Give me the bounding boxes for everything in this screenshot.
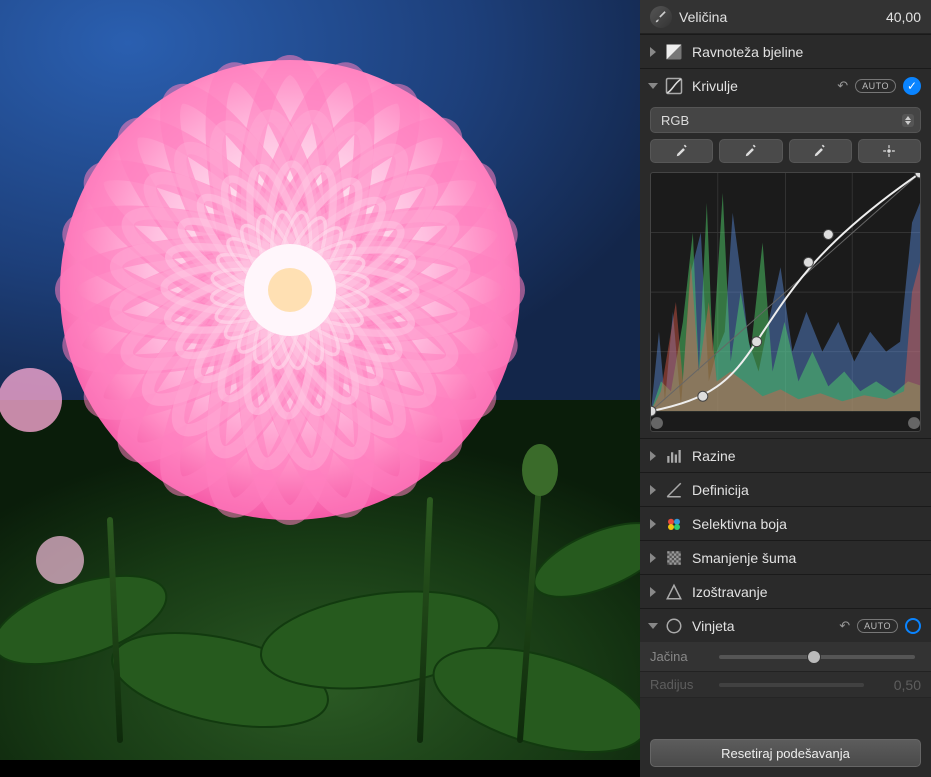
panel-vignette[interactable]: Vinjeta ↶ AUTO [640, 608, 931, 642]
curves-channel-value: RGB [661, 113, 689, 128]
stepper-arrows-icon [902, 114, 914, 127]
curves-auto-button[interactable]: AUTO [855, 79, 896, 93]
vignette-strength-row: Jačina [640, 642, 931, 672]
levels-label: Razine [692, 448, 921, 464]
panel-definition[interactable]: Definicija [640, 472, 931, 506]
reset-adjustments-label: Resetiraj podešavanja [721, 746, 850, 761]
curves-icon [663, 75, 685, 97]
vignette-radius-label: Radijus [650, 677, 706, 692]
vignette-icon [663, 615, 685, 637]
chevron-right-icon [650, 587, 656, 597]
size-row: Veličina 40,00 [640, 0, 931, 34]
chevron-right-icon [650, 519, 656, 529]
vignette-radius-value: 0,50 [877, 677, 921, 693]
panel-curves[interactable]: Krivulje ↶ AUTO ✓ [640, 68, 931, 102]
chevron-right-icon [650, 47, 656, 57]
selective-color-label: Selektivna boja [692, 516, 921, 532]
eyedropper-black-button[interactable] [650, 139, 713, 163]
sharpen-label: Izoštravanje [692, 584, 921, 600]
vignette-radius-row: Radijus 0,50 [640, 672, 931, 698]
adjustments-sidebar: Veličina 40,00 Ravnoteža bjeline Krivulj… [640, 0, 931, 777]
vignette-radius-slider[interactable] [719, 683, 864, 687]
chevron-down-icon [648, 623, 658, 629]
vignette-label: Vinjeta [692, 618, 832, 634]
size-label: Veličina [679, 9, 870, 25]
panel-noise-reduction[interactable]: Smanjenje šuma [640, 540, 931, 574]
chevron-right-icon [650, 485, 656, 495]
white-balance-label: Ravnoteža bjeline [692, 44, 921, 60]
noise-reduction-label: Smanjenje šuma [692, 550, 921, 566]
levels-icon [663, 445, 685, 467]
panel-selective-color[interactable]: Selektivna boja [640, 506, 931, 540]
reset-adjustments-button[interactable]: Resetiraj podešavanja [650, 739, 921, 767]
vignette-auto-button[interactable]: AUTO [857, 619, 898, 633]
add-point-button[interactable] [858, 139, 921, 163]
curves-eyedropper-toolbar [640, 139, 931, 169]
curves-histogram[interactable] [650, 172, 921, 432]
panel-sharpen[interactable]: Izoštravanje [640, 574, 931, 608]
eyedropper-white-button[interactable] [789, 139, 852, 163]
slider-knob[interactable] [807, 650, 821, 664]
eyedropper-gray-button[interactable] [719, 139, 782, 163]
chevron-right-icon [650, 451, 656, 461]
chevron-right-icon [650, 553, 656, 563]
size-value[interactable]: 40,00 [877, 9, 921, 25]
vignette-strength-label: Jačina [650, 649, 706, 664]
definition-icon [663, 479, 685, 501]
curves-channel-select[interactable]: RGB [650, 107, 921, 133]
panel-levels[interactable]: Razine [640, 438, 931, 472]
photo-canvas[interactable] [0, 0, 640, 777]
vignette-enable-toggle[interactable] [905, 618, 921, 634]
noise-reduction-icon [663, 547, 685, 569]
sharpen-icon [663, 581, 685, 603]
chevron-down-icon [648, 83, 658, 89]
curves-label: Krivulje [692, 78, 830, 94]
selective-color-icon [663, 513, 685, 535]
undo-icon[interactable]: ↶ [837, 78, 848, 94]
curves-enable-toggle[interactable]: ✓ [903, 77, 921, 95]
brush-icon [650, 6, 672, 28]
white-balance-icon [663, 41, 685, 63]
undo-icon[interactable]: ↶ [839, 618, 850, 634]
definition-label: Definicija [692, 482, 921, 498]
vignette-strength-slider[interactable] [719, 655, 915, 659]
panel-white-balance[interactable]: Ravnoteža bjeline [640, 34, 931, 68]
